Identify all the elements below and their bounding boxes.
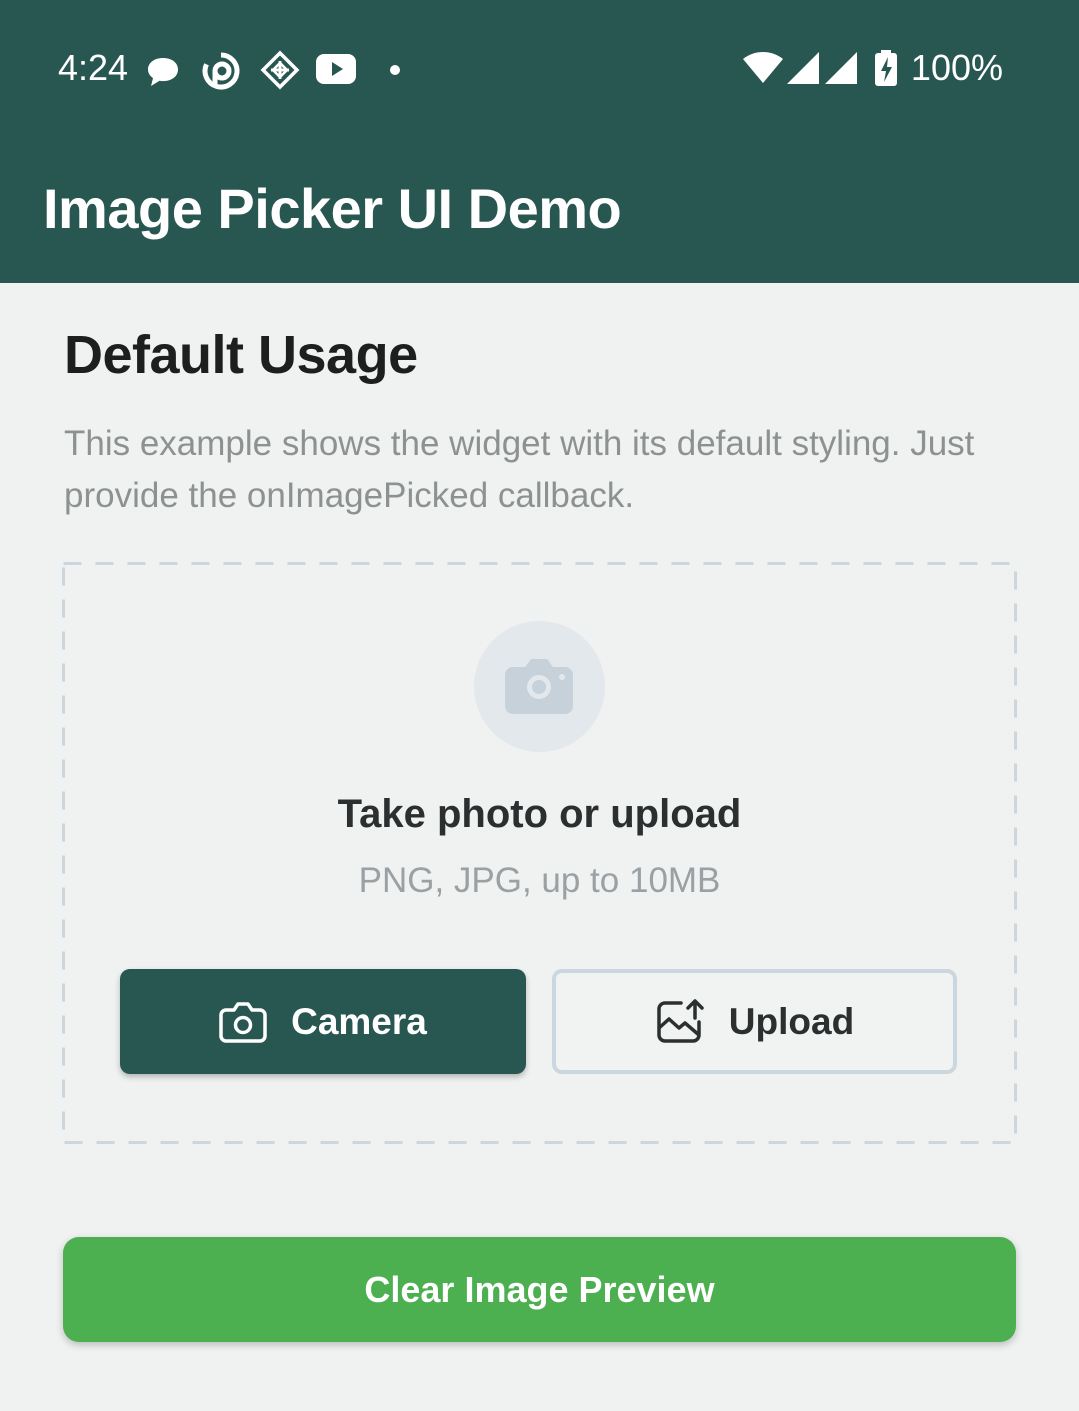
app-title: Image Picker UI Demo [43,177,622,240]
status-bar: 4:24 100% [0,0,1079,135]
status-time: 4:24 [58,47,129,88]
picker-title: Take photo or upload [337,792,742,836]
battery-charging-icon [875,50,897,86]
diamond-app-icon [260,50,300,90]
section-title: Default Usage [64,325,418,385]
upload-button-label: Upload [728,1000,855,1042]
camera-placeholder [474,621,605,752]
upload-button[interactable]: Upload [552,969,957,1074]
camera-button-label: Camera [291,1000,427,1042]
picker-subtitle: PNG, JPG, up to 10MB [358,861,721,900]
image-picker-dropzone[interactable]: Take photo or upload PNG, JPG, up to 10M… [62,562,1017,1144]
dot-icon [390,65,400,75]
camera-icon [505,659,573,714]
camera-icon [219,1001,267,1043]
sync-app-icon [202,52,240,90]
camera-button[interactable]: Camera [120,969,526,1074]
app-bar: Image Picker UI Demo [0,135,1079,283]
clear-image-preview-button[interactable]: Clear Image Preview [63,1237,1016,1342]
clear-button-label: Clear Image Preview [364,1268,715,1310]
battery-percentage: 100% [910,47,1003,88]
signal-icon [787,52,819,84]
system-status: 100% [743,46,1003,90]
wifi-icon [743,52,783,83]
youtube-icon [316,54,356,84]
image-upload-icon [657,998,704,1043]
signal-icon [825,52,857,84]
section-description: This example shows the widget with its d… [64,424,975,515]
chat-bubble-icon [148,58,178,86]
